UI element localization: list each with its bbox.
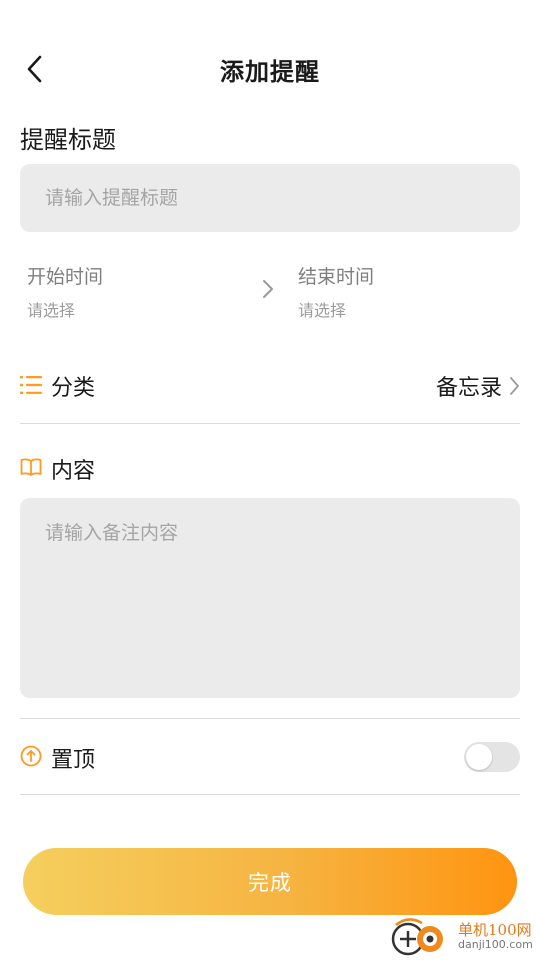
end-time-picker[interactable]: 结束时间 请选择 — [298, 262, 520, 321]
divider — [20, 423, 520, 424]
reminder-title-label: 提醒标题 — [20, 126, 116, 154]
category-chevron-icon — [509, 376, 520, 400]
watermark-url: danji100.com — [458, 938, 533, 951]
pin-up-icon — [20, 745, 42, 771]
start-time-label: 开始时间 — [27, 266, 104, 288]
start-time-value: 请选择 — [27, 301, 76, 320]
start-time-picker[interactable]: 开始时间 请选择 — [27, 262, 257, 321]
watermark-mascot-icon — [391, 918, 443, 956]
watermark-logo: 单机100网 danji100.com — [388, 915, 538, 959]
list-icon — [20, 375, 42, 399]
content-label: 内容 — [51, 459, 96, 484]
divider — [20, 718, 520, 719]
book-icon — [20, 457, 42, 481]
pin-top-label: 置顶 — [51, 748, 96, 773]
divider — [20, 794, 520, 795]
page-title: 添加提醒 — [220, 58, 320, 86]
end-time-value: 请选择 — [298, 301, 347, 320]
category-value: 备忘录 — [435, 376, 502, 401]
reminder-title-input[interactable] — [20, 164, 520, 232]
watermark-text: 单机100网 — [458, 921, 532, 939]
toggle-knob — [466, 744, 492, 770]
end-time-label: 结束时间 — [298, 266, 375, 288]
pin-top-toggle[interactable] — [464, 742, 520, 772]
done-button[interactable]: 完成 — [23, 848, 517, 915]
chevron-right-icon — [262, 278, 274, 304]
category-row[interactable]: 分类 备忘录 — [20, 370, 520, 402]
content-textarea[interactable] — [20, 498, 520, 698]
category-label: 分类 — [51, 376, 96, 401]
